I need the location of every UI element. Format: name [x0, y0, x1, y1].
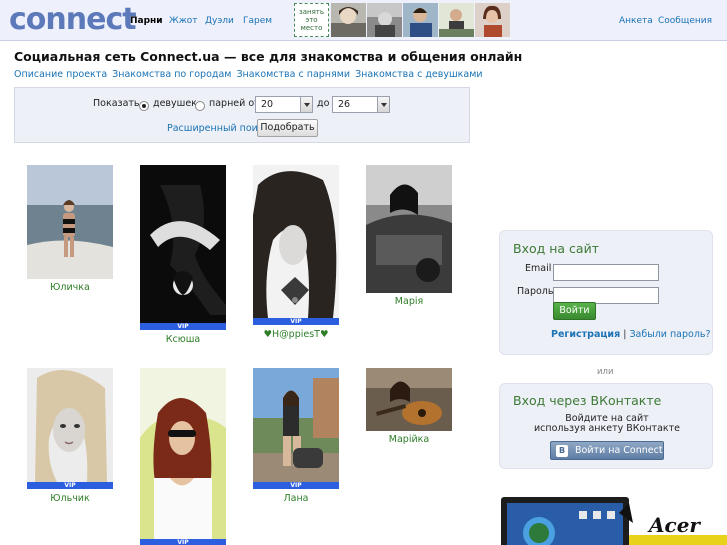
search-filter-box: Показать девушек парней от 20 до 26 Расш… — [14, 87, 470, 143]
age-to-select[interactable]: 26 — [332, 96, 390, 113]
to-label: до — [317, 98, 330, 109]
vk-text-line2: используя анкету ВКонтакте — [533, 423, 681, 434]
nav-duels[interactable]: Дуэли — [205, 16, 234, 26]
email-field[interactable] — [553, 264, 659, 281]
age-from-value: 20 — [261, 99, 274, 110]
email-label: Email — [525, 263, 552, 274]
top-user-thumb[interactable] — [439, 3, 474, 37]
register-row: Регистрация | Забыли пароль? — [551, 329, 711, 340]
link-separator: | — [623, 329, 627, 340]
sub-links: Описание проекта Знакомства по городам Зна… — [14, 69, 488, 80]
vk-login-panel: Вход через ВКонтакте Войдите на сайт исп… — [499, 383, 713, 469]
logo-text: connect — [9, 2, 137, 37]
about-project-link[interactable]: Описание проекта — [14, 69, 107, 80]
or-separator: или — [597, 367, 614, 377]
dating-guys-link[interactable]: Знакомства с парнями — [236, 69, 350, 80]
profile-photo[interactable] — [253, 165, 339, 318]
profile-photo[interactable] — [140, 368, 226, 539]
age-from-select[interactable]: 20 — [255, 96, 313, 113]
top-user-thumb[interactable] — [403, 3, 438, 37]
chevron-down-icon — [300, 97, 312, 112]
profile-name[interactable]: Лана — [253, 493, 339, 504]
vip-badge: VIP — [27, 482, 113, 489]
profile-photo[interactable] — [140, 165, 226, 323]
advanced-search-link[interactable]: Расширенный поиск — [167, 123, 269, 134]
dating-girls-link[interactable]: Знакомства с девушками — [355, 69, 483, 80]
login-title: Вход на сайт — [513, 241, 599, 256]
profile-name[interactable]: Ксюша — [140, 334, 226, 345]
password-label: Пароль — [517, 286, 554, 297]
messages-link[interactable]: Сообщения — [658, 16, 712, 26]
girls-radio[interactable] — [139, 101, 149, 111]
chevron-down-icon — [377, 97, 389, 112]
top-user-thumb[interactable] — [331, 3, 366, 37]
pick-button[interactable]: Подобрать — [257, 119, 318, 137]
vip-badge: VIP — [253, 318, 339, 325]
profile-link[interactable]: Анкета — [619, 16, 653, 26]
dating-by-city-link[interactable]: Знакомства по городам — [112, 69, 231, 80]
nav-harem[interactable]: Гарем — [243, 16, 272, 26]
take-this-place-slot[interactable]: занять это место — [294, 3, 329, 37]
vk-button-label: Войти на Connect — [575, 445, 663, 456]
profile-photo[interactable] — [27, 165, 113, 279]
profile-photo[interactable] — [27, 368, 113, 482]
top-header: connect Парни Жжот Дуэли Гарем занять эт… — [0, 0, 727, 41]
forgot-password-link[interactable]: Забыли пароль? — [629, 329, 710, 340]
profile-name[interactable]: Юличка — [27, 282, 113, 293]
profile-photo[interactable] — [366, 368, 452, 431]
login-panel: Вход на сайт Email Пароль Войти Регистра… — [499, 230, 713, 355]
acer-advertisement[interactable]: Acer — [499, 493, 727, 545]
profile-name[interactable]: Марійка — [366, 434, 452, 445]
girls-label: девушек — [153, 98, 197, 109]
profile-photo[interactable] — [366, 165, 452, 293]
profile-photo[interactable] — [253, 368, 339, 482]
vk-login-button[interactable]: B Войти на Connect — [550, 441, 664, 460]
vk-login-title: Вход через ВКонтакте — [513, 393, 662, 408]
age-to-value: 26 — [338, 99, 351, 110]
nav-guys[interactable]: Парни — [130, 16, 163, 26]
ad-brand: Acer — [649, 513, 700, 537]
guys-radio[interactable] — [195, 101, 205, 111]
vip-badge: VIP — [140, 539, 226, 545]
vip-badge: VIP — [253, 482, 339, 489]
top-user-thumb[interactable] — [475, 3, 510, 37]
vip-badge: VIP — [140, 323, 226, 330]
top-user-thumb[interactable] — [367, 3, 402, 37]
show-label: Показать — [93, 98, 140, 109]
page-title: Социальная сеть Connect.ua — все для зна… — [14, 49, 523, 64]
guys-from-label: парней от — [209, 98, 260, 109]
nav-zhzhot[interactable]: Жжот — [169, 16, 198, 26]
register-link[interactable]: Регистрация — [551, 329, 620, 340]
vk-logo-icon: B — [556, 445, 568, 457]
profile-name[interactable]: Марія — [366, 296, 452, 307]
login-button[interactable]: Войти — [553, 302, 596, 320]
profile-name[interactable]: ♥H@ppiesT♥ — [253, 329, 339, 340]
profile-name[interactable]: Юльчик — [27, 493, 113, 504]
site-logo[interactable]: connect — [9, 2, 137, 37]
